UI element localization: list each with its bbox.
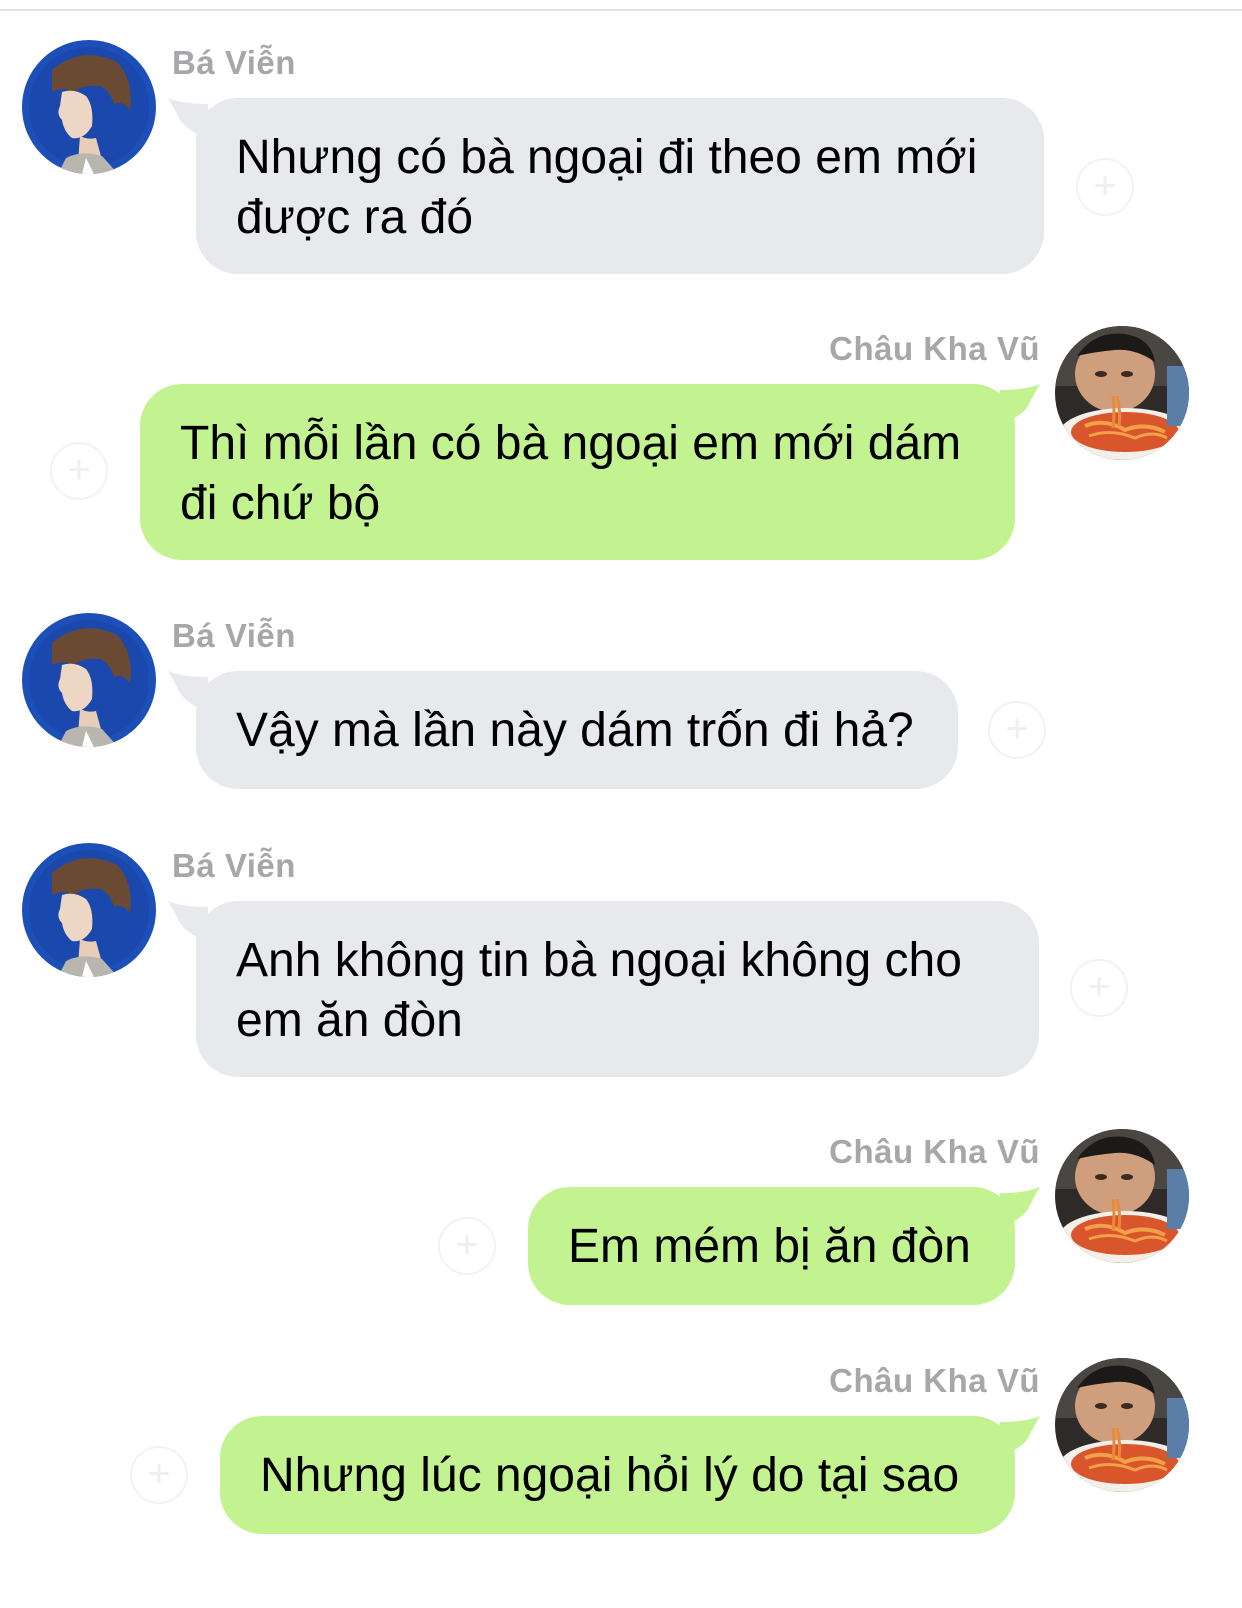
sender-name: Bá Viễn xyxy=(172,44,296,81)
avatar-ba-vien-image xyxy=(22,843,156,977)
avatar[interactable] xyxy=(22,613,156,747)
sender-name: Bá Viễn xyxy=(172,847,296,884)
avatar-ba-vien-image xyxy=(22,613,156,747)
message-line: Anh không tin bà ngoại không cho xyxy=(236,934,962,987)
message-bubble[interactable]: Nhưng có bà ngoại đi theo em mới được ra… xyxy=(196,98,1044,274)
add-reaction-icon[interactable]: + xyxy=(50,442,108,500)
add-reaction-icon[interactable]: + xyxy=(1076,158,1134,216)
message-line: đi chứ bộ xyxy=(180,477,381,530)
message-line: Em mém bị ăn đòn xyxy=(568,1220,971,1273)
avatar[interactable] xyxy=(1055,1358,1189,1492)
message-bubble[interactable]: Anh không tin bà ngoại không cho em ăn đ… xyxy=(196,901,1039,1077)
add-reaction-icon[interactable]: + xyxy=(1070,959,1128,1017)
message-bubble[interactable]: Nhưng lúc ngoại hỏi lý do tại sao xyxy=(220,1416,1015,1534)
edge-fade xyxy=(1042,30,1242,100)
message-bubble[interactable]: Thì mỗi lần có bà ngoại em mới dám đi ch… xyxy=(140,384,1015,560)
avatar-chau-kha-vu-image xyxy=(1055,1129,1189,1263)
avatar-ba-vien-image xyxy=(22,40,156,174)
message-bubble[interactable]: Em mém bị ăn đòn xyxy=(528,1187,1015,1305)
message-line: Vậy mà lần này dám trốn đi hả? xyxy=(236,704,914,757)
add-reaction-icon[interactable]: + xyxy=(130,1446,188,1504)
avatar-chau-kha-vu-image xyxy=(1055,326,1189,460)
sender-name: Châu Kha Vũ xyxy=(829,1362,1040,1399)
sender-name: Châu Kha Vũ xyxy=(829,1133,1040,1170)
message-line: Nhưng lúc ngoại hỏi lý do tại sao xyxy=(260,1449,960,1502)
add-reaction-icon[interactable]: + xyxy=(438,1217,496,1275)
message-bubble[interactable]: Vậy mà lần này dám trốn đi hả? xyxy=(196,671,958,789)
avatar-chau-kha-vu-image xyxy=(1055,1358,1189,1492)
add-reaction-icon[interactable]: + xyxy=(988,701,1046,759)
sender-name: Bá Viễn xyxy=(172,617,296,654)
sender-name: Châu Kha Vũ xyxy=(829,330,1040,367)
message-line: Thì mỗi lần có bà ngoại em mới dám xyxy=(180,417,962,470)
avatar[interactable] xyxy=(22,843,156,977)
message-line: được ra đó xyxy=(236,191,474,244)
avatar[interactable] xyxy=(1055,326,1189,460)
avatar[interactable] xyxy=(22,40,156,174)
message-line: Nhưng có bà ngoại đi theo em mới xyxy=(236,131,978,184)
avatar[interactable] xyxy=(1055,1129,1189,1263)
top-divider xyxy=(0,9,1242,11)
message-line: em ăn đòn xyxy=(236,994,463,1047)
